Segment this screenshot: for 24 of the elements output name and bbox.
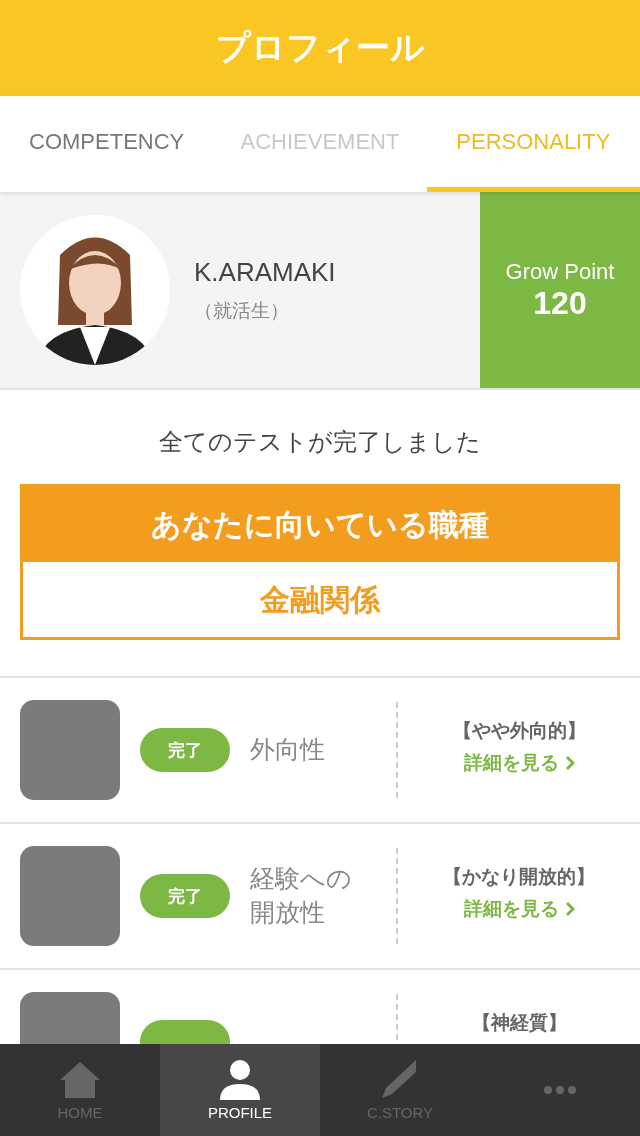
details-link[interactable]: 詳細を見る — [463, 896, 575, 922]
test-title: 外向性 — [250, 734, 326, 766]
user-name: K.ARAMAKI — [194, 256, 336, 288]
points-label: Grow Point — [505, 258, 615, 285]
recommendation-heading: あなたに向いている職種 — [23, 487, 617, 562]
test-result: 【神経質】 — [471, 1010, 567, 1035]
details-link[interactable]: 詳細を見る — [463, 750, 575, 776]
chevron-icon — [564, 755, 575, 771]
chevron-icon — [564, 901, 575, 917]
test-result: 【かなり開放的】 — [443, 864, 595, 889]
tab[interactable]: COMPETENCY — [0, 96, 214, 192]
test-result: 【やや外向的】 — [452, 718, 586, 743]
home-icon — [58, 1059, 102, 1100]
user-icon — [218, 1059, 262, 1100]
more-icon — [543, 1085, 577, 1095]
tab[interactable]: PERSONALITY — [426, 96, 640, 192]
points-value: 120 — [533, 284, 587, 322]
user-status: （就活生） — [194, 297, 290, 323]
status-badge: 完了 — [140, 874, 230, 918]
test-title: 経験への開放性 — [250, 863, 353, 929]
completion-message: 全てのテストが完了しました — [158, 427, 482, 458]
nav-item[interactable]: PROFILE — [160, 1044, 320, 1136]
page-title: プロフィール — [215, 26, 425, 69]
status-badge: 完了 — [140, 728, 230, 772]
